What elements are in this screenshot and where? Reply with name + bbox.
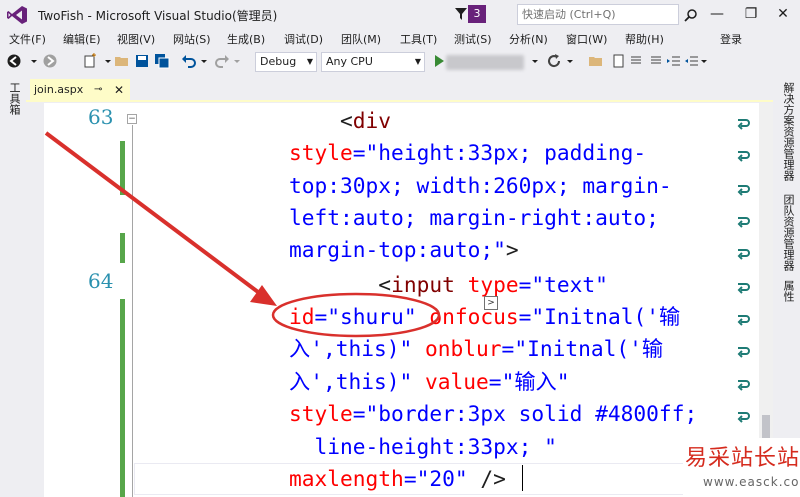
annotation-overlay [44,131,441,338]
right-tool-window-strip: 解决方案资源管理器 团队资源管理器 属性 [773,76,800,497]
tab-properties[interactable]: 属性 [780,280,796,302]
watermark: 易采站长站 www.easck.com [683,438,800,497]
tab-team-explorer[interactable]: 团队资源管理器 [780,194,796,271]
watermark-name: 易采站长站 [685,446,800,471]
annotation-arrow-line [44,131,264,297]
annotation-circle [271,292,441,338]
watermark-url: www.easck.com [703,475,800,489]
tab-solution-explorer[interactable]: 解决方案资源管理器 [780,82,796,181]
